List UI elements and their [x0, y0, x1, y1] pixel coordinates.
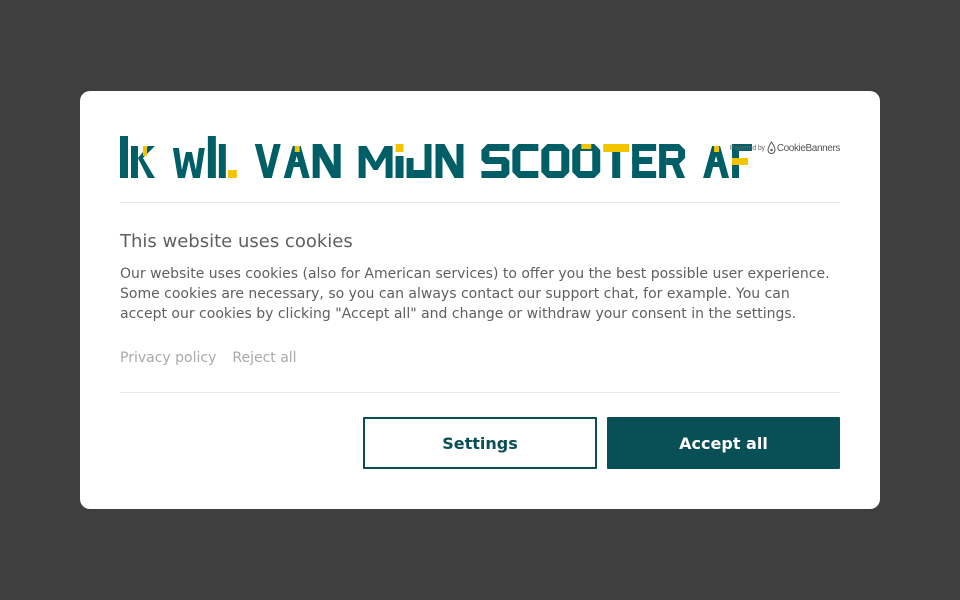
- logo-glyph: [572, 144, 601, 178]
- logo-glyph: [130, 146, 155, 178]
- logo-glyph: [603, 144, 630, 178]
- logo-glyph: [312, 144, 341, 178]
- cookie-consent-dialog: Powered by CookieBanners This website us…: [80, 91, 880, 509]
- logo-glyph: [218, 144, 237, 178]
- brand-logo: [120, 136, 752, 178]
- logo-glyph: [703, 146, 730, 178]
- logo-glyph: [120, 136, 128, 178]
- logo-glyph: [435, 144, 464, 178]
- dialog-title: This website uses cookies: [120, 231, 353, 252]
- powered-by-brand: CookieBanners: [776, 142, 841, 154]
- logo-glyph: [541, 144, 570, 178]
- reject-all-link[interactable]: Reject all: [232, 348, 296, 368]
- accept-all-button[interactable]: Accept all: [607, 417, 840, 469]
- logo-glyph: [481, 144, 510, 178]
- powered-by-badge[interactable]: Powered by CookieBanners: [730, 138, 840, 158]
- logo-glyph: [283, 146, 310, 178]
- logo-glyph: [254, 144, 281, 178]
- secondary-links: Privacy policy Reject all: [120, 348, 297, 368]
- footer-divider: [120, 392, 840, 393]
- logo-glyph: [512, 144, 539, 178]
- dialog-description: Our website uses cookies (also for Ameri…: [120, 266, 830, 322]
- logo-glyph: [358, 146, 393, 178]
- logo-glyph: [632, 144, 657, 178]
- logo-glyph: [659, 144, 686, 178]
- cookie-drop-icon: [767, 141, 776, 154]
- logo-glyph: [406, 144, 432, 178]
- dialog-header: Powered by CookieBanners: [120, 131, 840, 203]
- privacy-policy-link[interactable]: Privacy policy: [120, 348, 216, 368]
- logo-glyph: [395, 144, 404, 178]
- logo-glyph: [172, 148, 205, 178]
- powered-by-label: Powered by: [729, 144, 765, 152]
- logo-glyph: [207, 136, 216, 178]
- settings-button[interactable]: Settings: [363, 417, 597, 469]
